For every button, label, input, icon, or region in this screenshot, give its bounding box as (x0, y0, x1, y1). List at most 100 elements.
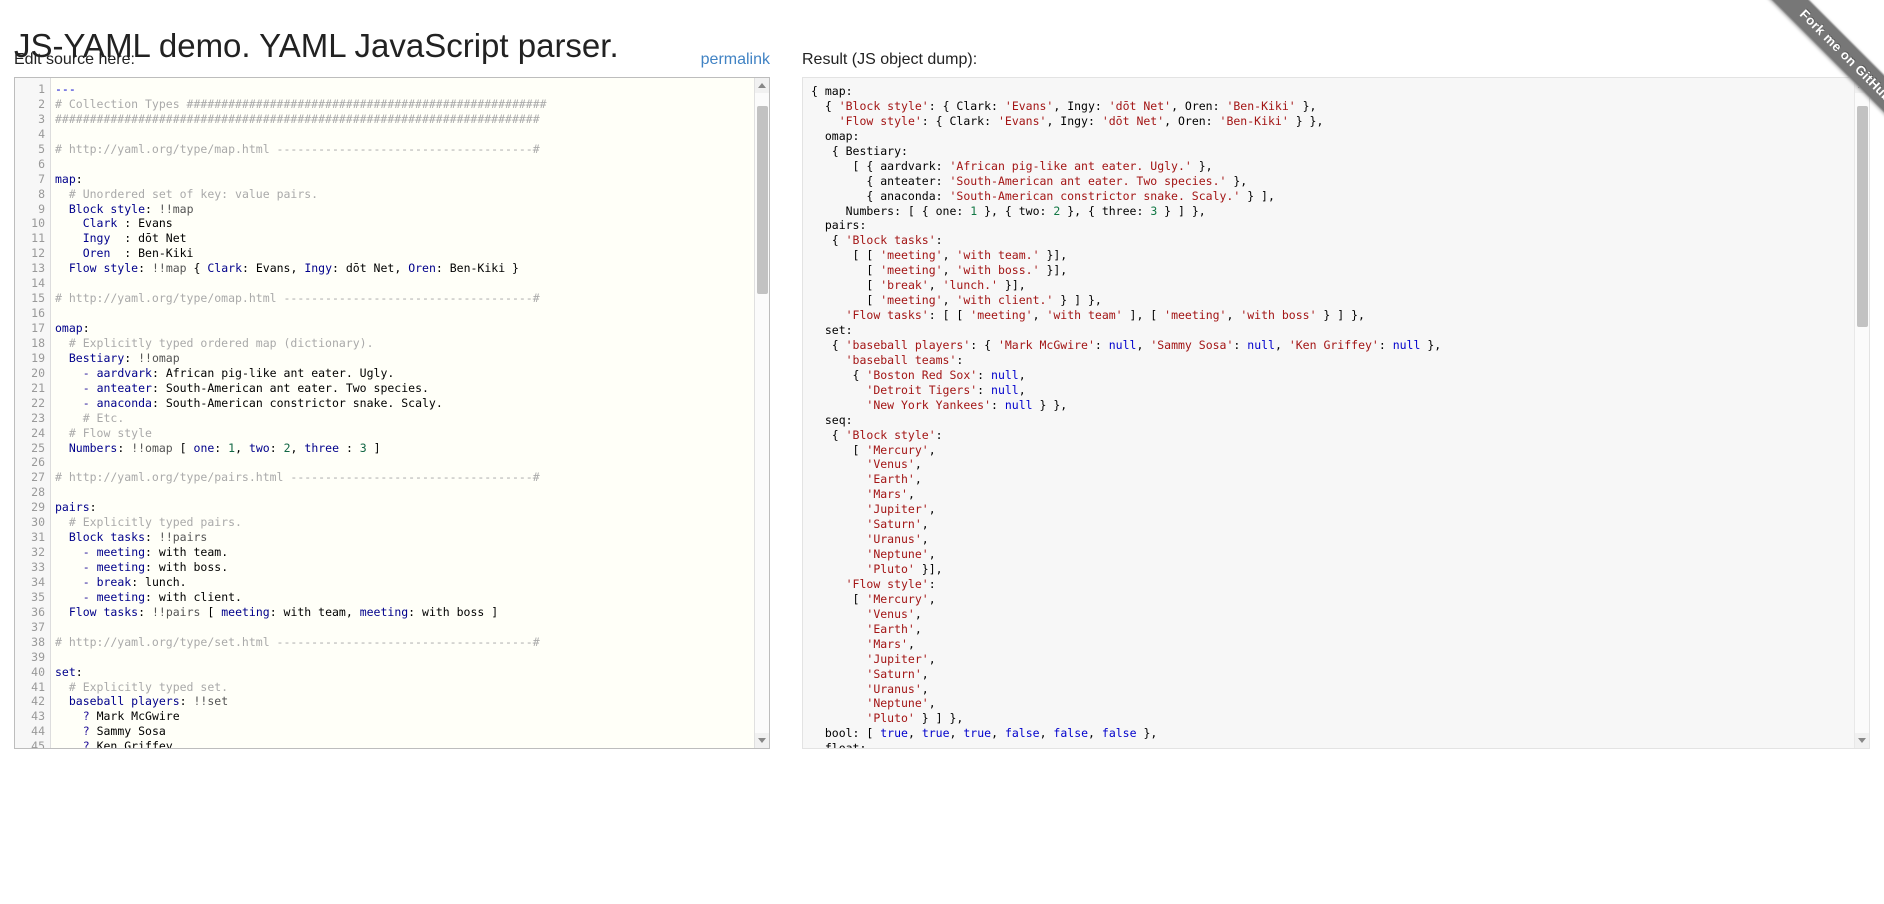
result-token: { (811, 427, 846, 442)
result-token: , (928, 547, 936, 562)
yaml-source-editor[interactable]: 1 --- 2 # Collection Types ################… (14, 77, 770, 749)
editor-line[interactable]: 29 pairs: (15, 500, 754, 515)
result-line: omap: (811, 129, 1869, 144)
result-token: 'meeting' (880, 248, 943, 263)
editor-vertical-scrollbar[interactable] (754, 78, 769, 748)
result-token: true (880, 726, 908, 741)
result-token: , (914, 472, 922, 487)
editor-line[interactable]: 9 Block style: !!map (15, 202, 754, 217)
editor-line[interactable]: 17 omap: (15, 321, 754, 336)
result-token: : (928, 576, 936, 591)
code-token: : (138, 261, 152, 276)
editor-line[interactable]: 15 # http://yaml.org/type/omap.html -----… (15, 291, 754, 306)
editor-line[interactable]: 13 Flow style: !!map { Clark: Evans, Ing… (15, 261, 754, 276)
editor-line[interactable]: 21 - anteater: South-American ant eater.… (15, 381, 754, 396)
editor-line[interactable]: 31 Block tasks: !!pairs (15, 530, 754, 545)
editor-line[interactable]: 8 # Unordered set of key: value pairs. (15, 187, 754, 202)
editor-line[interactable]: 2 # Collection Types ####################… (15, 97, 754, 112)
result-token: : (991, 397, 1005, 412)
editor-line[interactable]: 14 (15, 276, 754, 291)
editor-line[interactable]: 25 Numbers: !!omap [ one: 1, two: 2, thr… (15, 441, 754, 456)
editor-line[interactable]: 27 # http://yaml.org/type/pairs.html ----… (15, 470, 754, 485)
editor-line[interactable]: 38 # http://yaml.org/type/set.html ------… (15, 635, 754, 650)
result-scroll-down-button[interactable] (1855, 733, 1869, 748)
result-vertical-scrollbar[interactable] (1854, 78, 1869, 748)
result-column: Result (JS object dump): { map: { 'Block… (802, 48, 1870, 749)
editor-line[interactable]: 33 - meeting: with boss. (15, 560, 754, 575)
editor-scroll-area[interactable]: 1 --- 2 # Collection Types ################… (15, 78, 754, 748)
editor-line[interactable]: 12 Oren : Ben-Kiki (15, 246, 754, 261)
editor-line[interactable]: 34 - break: lunch. (15, 575, 754, 590)
code-token: : African pig-like ant eater. Ugly. (151, 365, 395, 380)
result-token: }], (914, 562, 943, 576)
editor-line[interactable]: 37 (15, 620, 754, 635)
result-token (811, 308, 846, 322)
editor-line[interactable]: 23 # Etc. (15, 411, 754, 426)
editor-line[interactable]: 39 (15, 650, 754, 665)
editor-scroll-down-button[interactable] (755, 733, 769, 748)
result-token: }], (1039, 248, 1068, 263)
result-token: true (921, 726, 950, 741)
editor-line[interactable]: 3 #######################################… (15, 112, 754, 127)
editor-line[interactable]: 26 (15, 455, 754, 470)
editor-line[interactable]: 35 - meeting: with client. (15, 590, 754, 605)
result-token: }, { two: (977, 203, 1054, 218)
editor-line[interactable]: 16 (15, 306, 754, 321)
code-token: !!set (193, 694, 229, 709)
editor-line[interactable]: 43 ? Mark McGwire (15, 709, 754, 724)
result-token: }, (1295, 98, 1317, 113)
editor-line[interactable]: 5 # http://yaml.org/type/map.html -------… (15, 142, 754, 157)
editor-line[interactable]: 20 - aardvark: African pig-like ant eate… (15, 366, 754, 381)
result-token: 'Ben-Kiki' (1226, 98, 1296, 113)
result-token: false (1053, 726, 1089, 741)
editor-line[interactable]: 40 set: (15, 665, 754, 680)
editor-line[interactable]: 44 ? Sammy Sosa (15, 724, 754, 739)
editor-line[interactable]: 42 baseball players: !!set (15, 694, 754, 709)
line-number: 16 (31, 306, 45, 321)
source-label: Edit source here: (14, 51, 135, 68)
result-token (811, 353, 846, 367)
result-token: : (1378, 337, 1393, 352)
editor-lines[interactable]: 1 --- 2 # Collection Types ################… (15, 78, 754, 748)
editor-line[interactable]: 22 - anaconda: South-American constricto… (15, 396, 754, 411)
editor-scrollbar-thumb[interactable] (757, 106, 768, 294)
line-number: 36 (31, 604, 45, 619)
code-token: : with boss ] (408, 604, 499, 619)
editor-line[interactable]: 28 (15, 485, 754, 500)
result-scrollbar-thumb[interactable] (1857, 106, 1868, 328)
line-number: 44 (31, 724, 45, 739)
editor-line[interactable]: 11 Ingy : dōt Net (15, 231, 754, 246)
editor-line[interactable]: 19 Bestiary: !!omap (15, 351, 754, 366)
result-token: } ] }, (1053, 293, 1102, 308)
result-token: 'Venus' (866, 457, 915, 472)
code-token: # http://yaml.org/type/pairs.html ------… (55, 470, 540, 485)
line-number: 39 (31, 649, 45, 664)
editor-line[interactable]: 1 --- (15, 82, 754, 97)
editor-line[interactable]: 4 (15, 127, 754, 142)
editor-line[interactable]: 18 # Explicitly typed ordered map (dicti… (15, 336, 754, 351)
editor-line[interactable]: 7 map: (15, 172, 754, 187)
editor-line[interactable]: 41 # Explicitly typed set. (15, 680, 754, 695)
code-token: 2 (283, 440, 291, 455)
editor-line[interactable]: 6 (15, 157, 754, 172)
editor-line[interactable]: 32 - meeting: with team. (15, 545, 754, 560)
editor-line[interactable]: 10 Clark : Evans (15, 216, 754, 231)
code-token: { (186, 261, 208, 276)
editor-line[interactable]: 36 Flow tasks: !!pairs [ meeting: with t… (15, 605, 754, 620)
result-line: pairs: (811, 218, 1869, 233)
editor-scroll-up-button[interactable] (755, 78, 769, 93)
code-token: , (290, 440, 305, 455)
js-object-dump-pane[interactable]: { map: { 'Block style': { Clark: 'Evans'… (802, 77, 1870, 749)
editor-line[interactable]: 45 ? Ken Griffey (15, 739, 754, 748)
result-token: 'baseball teams' (845, 352, 957, 367)
editor-line[interactable]: 24 # Flow style (15, 426, 754, 441)
result-token: , (1039, 726, 1054, 741)
permalink-link[interactable]: permalink (701, 48, 770, 72)
editor-line[interactable]: 30 # Explicitly typed pairs. (15, 515, 754, 530)
result-token: , (942, 248, 957, 263)
